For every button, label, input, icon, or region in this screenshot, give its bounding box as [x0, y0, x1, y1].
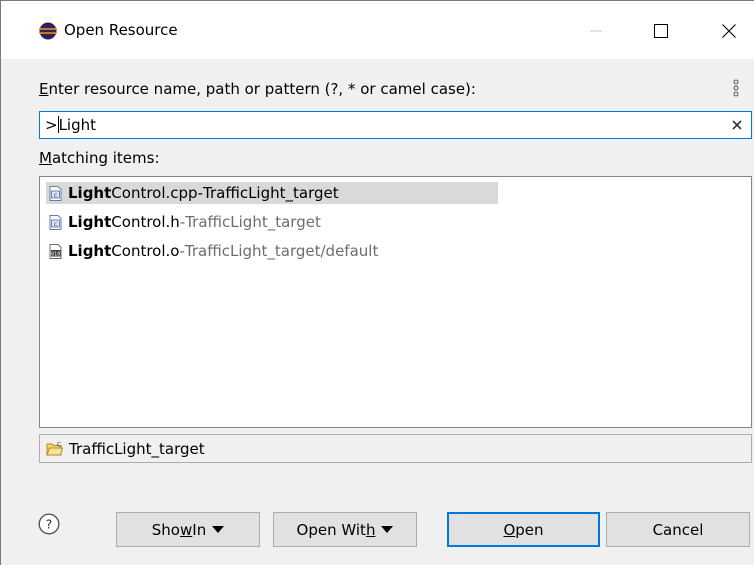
maximize-button[interactable] — [641, 15, 681, 47]
matching-items-label: Matching items: — [39, 149, 160, 167]
title-bar[interactable]: Open Resource — [1, 1, 754, 59]
c-header-file-icon: c — [49, 214, 62, 230]
resource-details-bar: C TrafficLight_target — [39, 434, 752, 463]
c-source-file-icon: c — [49, 185, 62, 201]
help-icon[interactable]: ? — [38, 513, 60, 535]
search-input-text: >Light — [45, 116, 97, 134]
open-with-button[interactable]: Open Wit h — [273, 512, 417, 547]
clear-search-icon[interactable] — [729, 117, 745, 133]
close-icon — [722, 24, 736, 38]
list-item[interactable]: 010 Light Control.o - TrafficLight_target… — [46, 240, 378, 262]
svg-text:c: c — [54, 191, 58, 199]
eclipse-app-icon — [39, 22, 57, 40]
dropdown-arrow-icon — [381, 526, 394, 533]
maximize-icon — [654, 24, 668, 38]
minimize-icon — [590, 30, 602, 32]
window-title: Open Resource — [64, 21, 178, 39]
minimize-button[interactable] — [576, 15, 616, 47]
svg-text:010: 010 — [51, 251, 60, 257]
open-resource-dialog: Open Resource Enter resource name, path … — [0, 0, 754, 565]
dropdown-arrow-icon — [212, 526, 225, 533]
list-item[interactable]: c Light Control.h - TrafficLight_target — [46, 211, 321, 233]
search-prompt-label: Enter resource name, path or pattern (?,… — [39, 80, 476, 98]
cancel-button[interactable]: Cancel — [606, 512, 750, 547]
show-in-button[interactable]: Sho w In — [116, 512, 260, 547]
close-button[interactable] — [709, 15, 749, 47]
svg-text:C: C — [57, 442, 61, 449]
svg-text:?: ? — [46, 517, 53, 532]
object-file-icon: 010 — [49, 243, 62, 259]
matching-items-list[interactable]: c Light Control.cpp - TrafficLight_target… — [39, 176, 752, 428]
search-input[interactable]: >Light — [39, 111, 752, 139]
open-button[interactable]: Open — [447, 512, 600, 547]
project-folder-icon: C — [46, 442, 63, 456]
project-name: TrafficLight_target — [69, 440, 205, 458]
view-menu-icon[interactable] — [732, 79, 740, 97]
svg-text:c: c — [54, 220, 58, 228]
list-item[interactable]: c Light Control.cpp - TrafficLight_target — [46, 182, 498, 204]
